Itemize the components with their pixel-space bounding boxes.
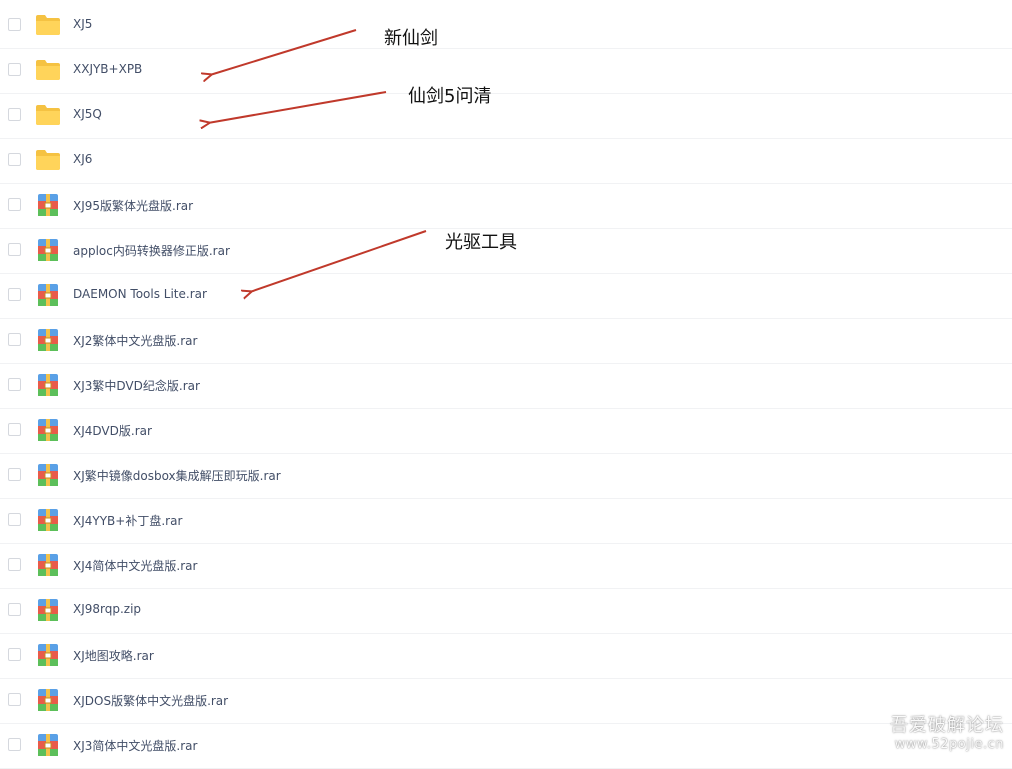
annotation-label-3: 光驱工具 — [445, 232, 517, 253]
arrow-1 — [210, 29, 357, 75]
annotation-label-1: 新仙剑 — [384, 28, 438, 49]
annotation-label-2: 仙剑5问清 — [408, 86, 492, 107]
watermark-title: 吾爱破解论坛 — [890, 715, 1004, 736]
watermark-url: www.52pojie.cn — [894, 737, 1004, 752]
arrow-3 — [250, 230, 427, 292]
annotation-arrows — [0, 29, 427, 760]
watermark: 吾爱破解论坛 www.52pojie.cn — [890, 711, 1004, 752]
arrow-2 — [208, 91, 387, 123]
